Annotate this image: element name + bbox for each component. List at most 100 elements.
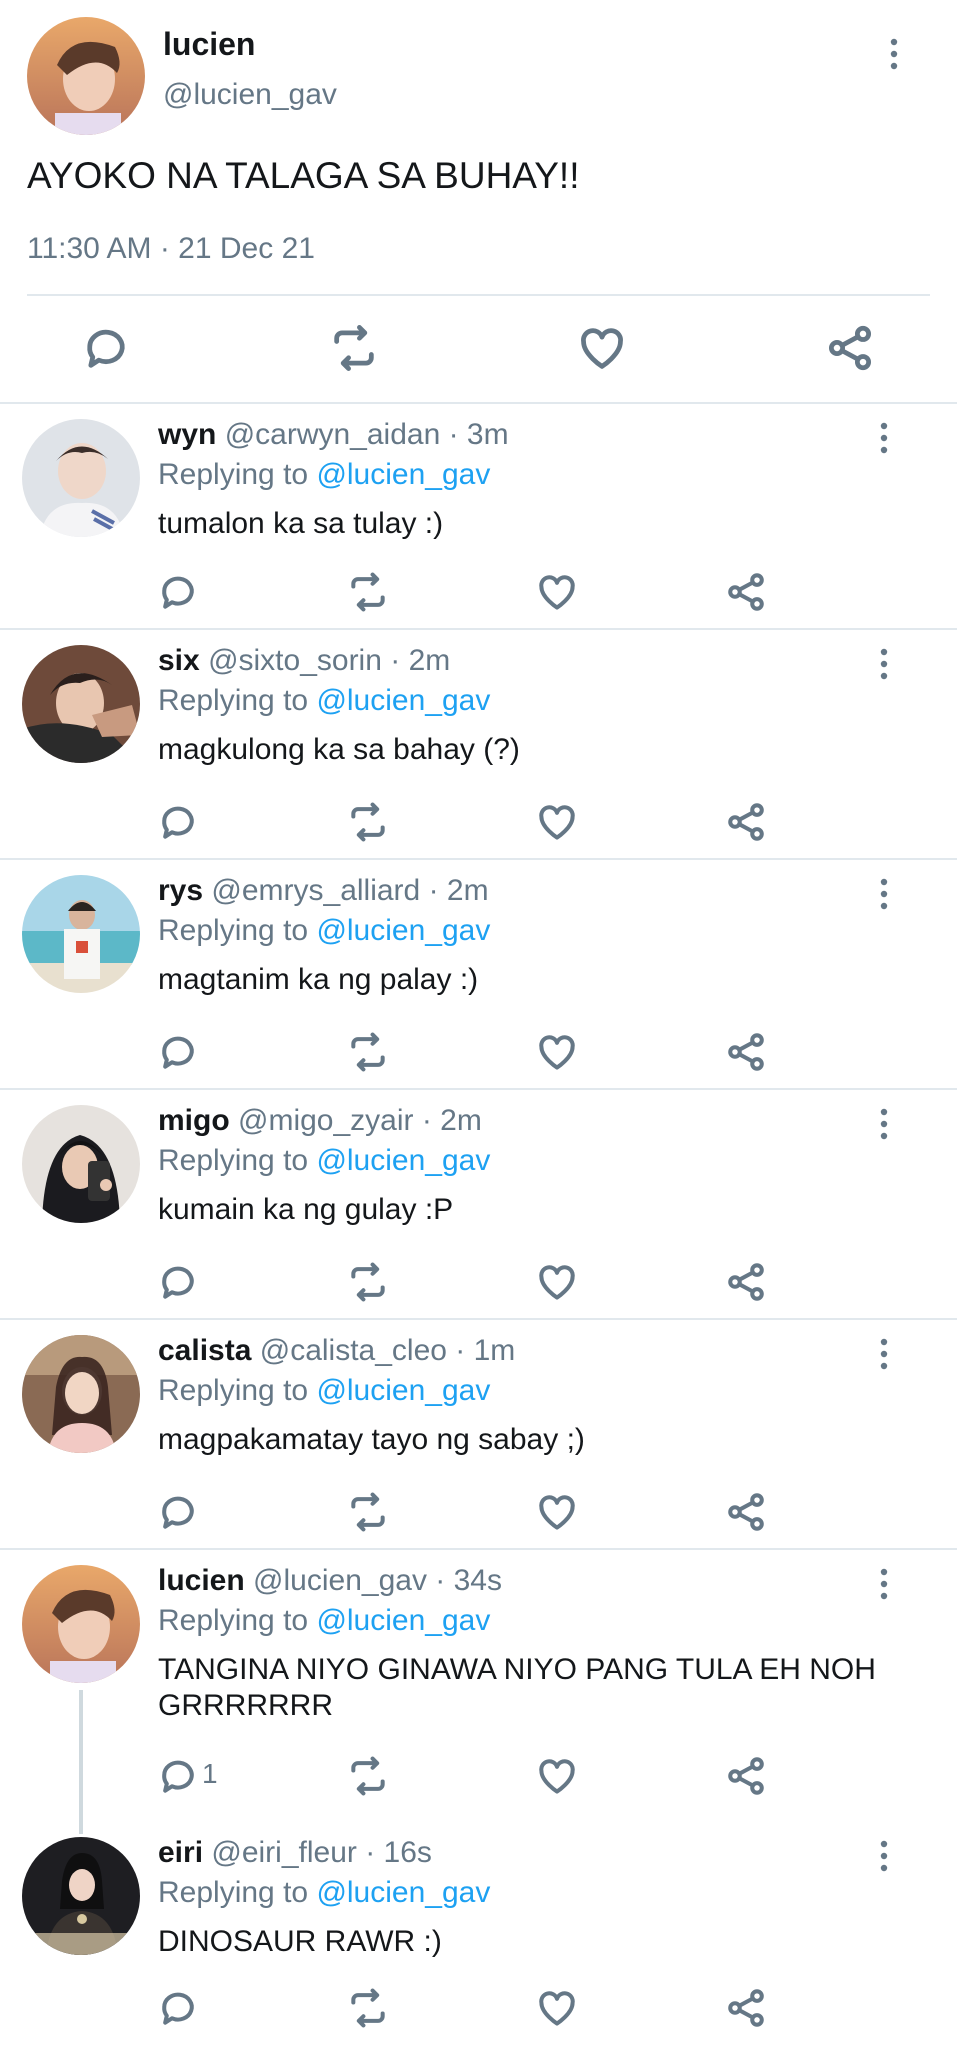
more-vertical-icon[interactable] [890,38,898,70]
mention-link[interactable]: @lucien_gav [316,1876,490,1909]
reply-author-name[interactable]: eiri [158,1836,203,1869]
reply-author-name[interactable]: migo [158,1104,230,1137]
heart-icon[interactable] [535,1490,579,1534]
avatar[interactable] [22,1105,140,1223]
reply-icon[interactable] [80,322,132,374]
mention-link[interactable]: @lucien_gav [316,1374,490,1407]
retweet-icon[interactable] [346,800,390,844]
share-icon[interactable] [724,1986,768,2030]
reply-meta: @calista_cleo · 1m [259,1334,516,1367]
reply-text: tumalon ka sa tulay :) [158,507,444,540]
heart-icon[interactable] [535,1986,579,2030]
reply-actions [0,1986,957,2030]
reply-author-name[interactable]: six [158,644,200,677]
retweet-icon[interactable] [346,1754,390,1798]
reply-tweet[interactable]: migo @migo_zyair · 2m Replying to @lucie… [0,1090,957,1318]
reply-tweet[interactable]: calista @calista_cleo · 1m Replying to @… [0,1320,957,1548]
reply-icon[interactable] [156,1754,200,1798]
reply-author-name[interactable]: calista [158,1334,251,1367]
reply-actions [0,1030,957,1074]
reply-tweet[interactable]: wyn @carwyn_aidan · 3m Replying to @luci… [0,404,957,628]
reply-icon[interactable] [156,800,200,844]
more-vertical-icon[interactable] [880,1338,888,1370]
replying-to: Replying to @lucien_gav [158,1876,490,1910]
reply-icon[interactable] [156,1030,200,1074]
share-icon[interactable] [724,1260,768,1304]
author-name[interactable]: lucien [163,26,255,63]
reply-text: magkulong ka sa bahay (?) [158,733,520,766]
heart-icon[interactable] [535,570,579,614]
reply-author-name[interactable]: lucien [158,1564,245,1597]
reply-icon[interactable] [156,570,200,614]
reply-meta: @migo_zyair · 2m [238,1104,482,1137]
retweet-icon[interactable] [346,1030,390,1074]
mention-link[interactable]: @lucien_gav [316,1604,490,1637]
more-vertical-icon[interactable] [880,1108,888,1140]
reply-author-name[interactable]: rys [158,874,203,907]
retweet-icon[interactable] [328,322,380,374]
more-vertical-icon[interactable] [880,422,888,454]
retweet-icon[interactable] [346,570,390,614]
share-icon[interactable] [724,1030,768,1074]
share-icon[interactable] [824,322,876,374]
reply-actions [0,1490,957,1534]
reply-text: magpakamatay tayo ng sabay ;) [158,1423,585,1456]
reply-meta: @lucien_gav · 34s [253,1564,502,1597]
avatar[interactable] [22,645,140,763]
reply-actions [0,800,957,844]
retweet-icon[interactable] [346,1490,390,1534]
replying-to-label: Replying to [158,458,309,491]
avatar[interactable] [22,1335,140,1453]
reply-author-name[interactable]: wyn [158,418,216,451]
replying-to: Replying to @lucien_gav [158,684,490,718]
avatar[interactable] [27,17,145,135]
replying-to: Replying to @lucien_gav [158,1374,490,1408]
reply-header: wyn @carwyn_aidan · 3m [158,418,509,452]
reply-button[interactable]: 1 [156,1754,236,1798]
divider [27,294,930,296]
reply-icon[interactable] [156,1986,200,2030]
share-icon[interactable] [724,1490,768,1534]
more-vertical-icon[interactable] [880,1840,888,1872]
share-icon[interactable] [724,800,768,844]
retweet-icon[interactable] [346,1986,390,2030]
more-vertical-icon[interactable] [880,1568,888,1600]
heart-icon[interactable] [535,1030,579,1074]
heart-icon[interactable] [535,1754,579,1798]
avatar[interactable] [22,1837,140,1955]
reply-tweet[interactable]: rys @emrys_alliard · 2m Replying to @luc… [0,860,957,1088]
avatar[interactable] [22,419,140,537]
reply-count: 1 [202,1758,218,1789]
reply-text: TANGINA NIYO GINAWA NIYO PANG TULA EH NO… [158,1653,876,1722]
avatar[interactable] [22,1565,140,1683]
share-icon[interactable] [724,570,768,614]
reply-icon[interactable] [156,1490,200,1534]
main-tweet: lucien @lucien_gav AYOKO NA TALAGA SA BU… [0,0,957,404]
replying-to-label: Replying to [158,1144,309,1177]
author-handle[interactable]: @lucien_gav [163,78,337,112]
reply-meta: @eiri_fleur · 16s [211,1836,432,1869]
replying-to-label: Replying to [158,684,309,717]
reply-header: eiri @eiri_fleur · 16s [158,1836,432,1870]
mention-link[interactable]: @lucien_gav [316,684,490,717]
reply-header: six @sixto_sorin · 2m [158,644,450,678]
avatar[interactable] [22,875,140,993]
share-icon[interactable] [724,1754,768,1798]
mention-link[interactable]: @lucien_gav [316,1144,490,1177]
tweet-actions [0,322,957,376]
replying-to: Replying to @lucien_gav [158,1604,490,1638]
heart-icon[interactable] [535,1260,579,1304]
reply-tweet[interactable]: eiri @eiri_fleur · 16s Replying to @luci… [0,1822,957,2048]
reply-header: calista @calista_cleo · 1m [158,1334,515,1368]
mention-link[interactable]: @lucien_gav [316,458,490,491]
reply-text: magtanim ka ng palay :) [158,963,479,996]
heart-icon[interactable] [535,800,579,844]
reply-tweet[interactable]: six @sixto_sorin · 2m Replying to @lucie… [0,630,957,858]
retweet-icon[interactable] [346,1260,390,1304]
reply-tweet[interactable]: lucien @lucien_gav · 34s Replying to @lu… [0,1550,957,1834]
reply-icon[interactable] [156,1260,200,1304]
heart-icon[interactable] [576,322,628,374]
more-vertical-icon[interactable] [880,878,888,910]
more-vertical-icon[interactable] [880,648,888,680]
mention-link[interactable]: @lucien_gav [316,914,490,947]
